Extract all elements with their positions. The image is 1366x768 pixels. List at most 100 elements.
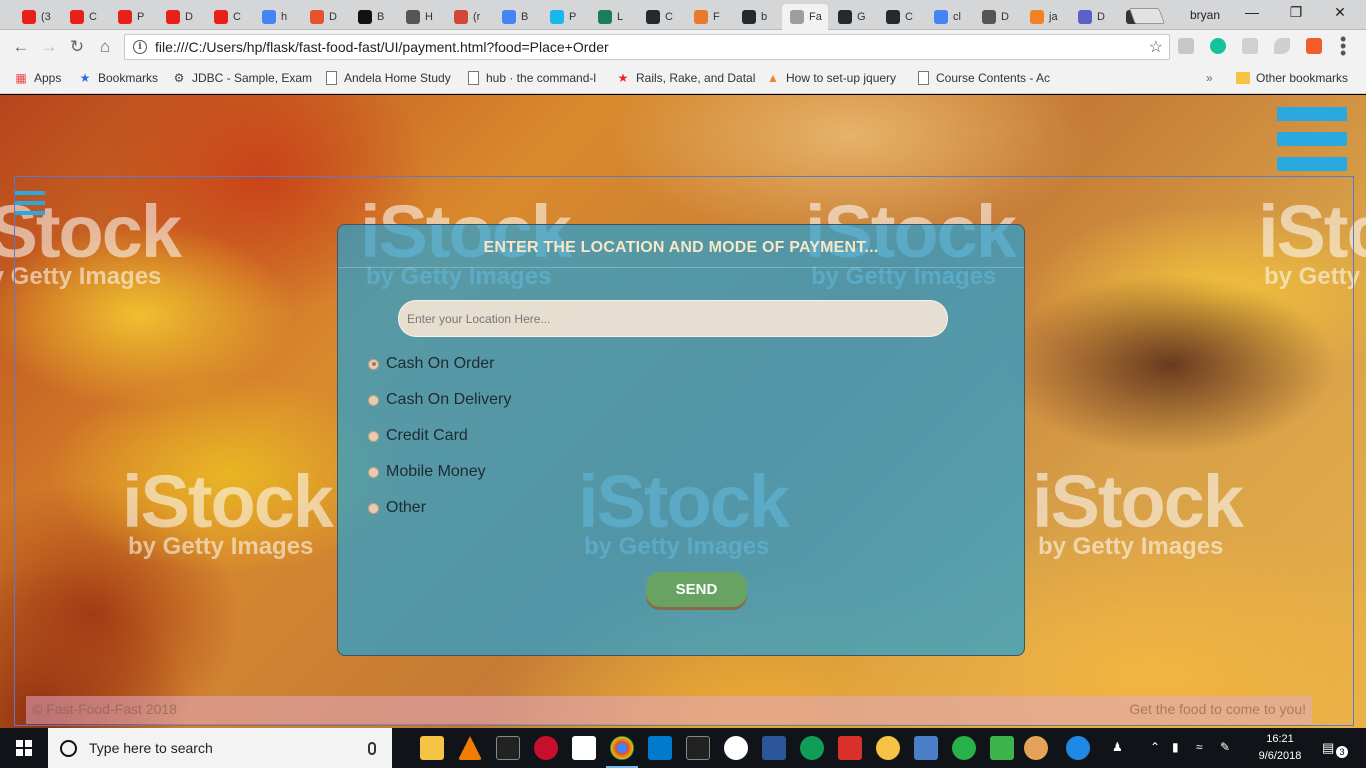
- browser-tab[interactable]: (r: [446, 4, 492, 30]
- browser-tab[interactable]: B: [350, 4, 396, 30]
- bookmark-course[interactable]: Course Contents - Ac: [916, 71, 1050, 85]
- restore-icon[interactable]: ❐: [1276, 4, 1316, 21]
- help-icon[interactable]: [1066, 736, 1090, 760]
- paint-icon[interactable]: [1024, 736, 1048, 760]
- minimize-icon[interactable]: —: [1232, 4, 1272, 20]
- grammarly-icon[interactable]: [1210, 38, 1226, 54]
- bookmark-andela[interactable]: Andela Home Study: [324, 71, 451, 85]
- microphone-icon[interactable]: [368, 741, 376, 755]
- istock-watermark: iStockby Getty Images: [1258, 190, 1366, 290]
- start-button[interactable]: [0, 728, 48, 768]
- extension-page-icon[interactable]: [1242, 38, 1258, 54]
- profile-name[interactable]: bryan: [1190, 8, 1220, 22]
- bookmark-hub[interactable]: hub · the command-l: [466, 71, 596, 85]
- tools-icon[interactable]: [990, 736, 1014, 760]
- bookmark-apps[interactable]: ▦ Apps: [14, 71, 61, 85]
- slack-icon[interactable]: [724, 736, 748, 760]
- browser-tab[interactable]: D: [1070, 4, 1116, 30]
- radio-button[interactable]: [368, 394, 379, 406]
- url-text[interactable]: file:///C:/Users/hp/flask/fast-food-fast…: [155, 39, 1149, 55]
- battery-icon[interactable]: ▮: [1172, 740, 1179, 754]
- reload-icon[interactable]: ↻: [66, 36, 88, 58]
- stackoverflow-icon: ▲: [767, 71, 779, 85]
- loader-icon[interactable]: [800, 736, 824, 760]
- star-icon: ★: [617, 71, 629, 85]
- app-red-icon[interactable]: [534, 736, 558, 760]
- payment-option-other[interactable]: Other: [368, 499, 426, 517]
- browser-tab[interactable]: ja: [1022, 4, 1068, 30]
- people-icon[interactable]: ♟: [1112, 740, 1123, 754]
- payment-option-credit-card[interactable]: Credit Card: [368, 427, 468, 445]
- bookmarks-overflow-chevron[interactable]: »: [1206, 71, 1213, 85]
- browser-tab[interactable]: b: [734, 4, 780, 30]
- wifi-icon[interactable]: ≈: [1196, 740, 1203, 754]
- extension-tab-icon[interactable]: [1306, 38, 1322, 54]
- browser-tab[interactable]: Fa: [782, 4, 828, 30]
- info-icon[interactable]: i: [133, 40, 147, 54]
- tray-chevron-icon[interactable]: ⌃: [1150, 740, 1160, 754]
- home-icon[interactable]: ⌂: [94, 36, 116, 58]
- browser-tab[interactable]: cl: [926, 4, 972, 30]
- browser-tab[interactable]: C: [206, 4, 252, 30]
- address-bar[interactable]: i file:///C:/Users/hp/flask/fast-food-fa…: [124, 34, 1170, 60]
- app-z-icon[interactable]: [838, 736, 862, 760]
- browser-tab[interactable]: G: [830, 4, 876, 30]
- smiley-icon[interactable]: [876, 736, 900, 760]
- browser-tab[interactable]: B: [494, 4, 540, 30]
- remote-desktop-icon[interactable]: [914, 736, 938, 760]
- back-arrow-icon[interactable]: ←: [10, 36, 32, 58]
- notification-center-icon[interactable]: ▤: [1322, 740, 1334, 756]
- taskbar-search[interactable]: Type here to search: [48, 728, 392, 768]
- gmail-icon: [454, 10, 468, 24]
- file-explorer-icon[interactable]: [420, 736, 444, 760]
- bookmark-star-icon[interactable]: ☆: [1149, 37, 1163, 57]
- browser-tab[interactable]: D: [974, 4, 1020, 30]
- whatsapp-icon[interactable]: [952, 736, 976, 760]
- payment-option-cash-on-order[interactable]: Cash On Order: [368, 355, 494, 373]
- browser-tab[interactable]: F: [686, 4, 732, 30]
- browser-tab[interactable]: h: [254, 4, 300, 30]
- browser-tab[interactable]: D: [302, 4, 348, 30]
- radio-button[interactable]: [368, 502, 379, 514]
- vlc-icon[interactable]: [458, 736, 482, 760]
- extension-mail-icon[interactable]: [1178, 38, 1194, 54]
- browser-tab[interactable]: D: [158, 4, 204, 30]
- location-input[interactable]: [398, 300, 948, 337]
- payment-option-cash-on-delivery[interactable]: Cash On Delivery: [368, 391, 511, 409]
- vscode-icon[interactable]: [648, 736, 672, 760]
- notes-icon[interactable]: [572, 736, 596, 760]
- radio-button[interactable]: [368, 358, 379, 370]
- bookmark-bookmarks[interactable]: ★ Bookmarks: [78, 71, 158, 85]
- terminal-icon[interactable]: [496, 736, 520, 760]
- system-clock[interactable]: 16:21 9/6/2018: [1252, 731, 1308, 765]
- chrome-menu-icon[interactable]: • • •: [1340, 30, 1346, 62]
- close-window-icon[interactable]: ✕: [1320, 4, 1360, 21]
- bookmark-jdbc[interactable]: ⚙ JDBC - Sample, Exam: [172, 71, 312, 85]
- browser-tab[interactable]: L: [590, 4, 636, 30]
- chrome-icon[interactable]: [606, 736, 638, 768]
- radio-button[interactable]: [368, 430, 379, 442]
- new-tab-button[interactable]: [1129, 8, 1165, 24]
- browser-tab[interactable]: (3: [14, 4, 60, 30]
- radio-button[interactable]: [368, 466, 379, 478]
- word-icon[interactable]: [762, 736, 786, 760]
- browser-tab[interactable]: P: [542, 4, 588, 30]
- hamburger-menu-icon[interactable]: [1277, 107, 1347, 171]
- other-bookmarks[interactable]: Other bookmarks: [1236, 71, 1348, 85]
- browser-tab[interactable]: C: [62, 4, 108, 30]
- browser-tab[interactable]: C: [878, 4, 924, 30]
- send-button[interactable]: SEND: [646, 572, 747, 607]
- page-icon: [982, 10, 996, 24]
- bookmark-jquery[interactable]: ▲ How to set-up jquery: [766, 71, 896, 85]
- pen-icon[interactable]: ✎: [1220, 740, 1230, 754]
- extension-shape-icon[interactable]: [1274, 38, 1290, 54]
- forward-arrow-icon[interactable]: →: [38, 36, 60, 58]
- browser-tab[interactable]: C: [638, 4, 684, 30]
- terminal-icon[interactable]: [686, 736, 710, 760]
- browser-tab[interactable]: H: [398, 4, 444, 30]
- payment-option-mobile-money[interactable]: Mobile Money: [368, 463, 486, 481]
- side-menu-icon[interactable]: [15, 191, 45, 215]
- bookmark-rails[interactable]: ★ Rails, Rake, and Datal: [616, 71, 756, 85]
- payment-form: ENTER THE LOCATION AND MODE OF PAYMENT..…: [337, 224, 1025, 656]
- browser-tab[interactable]: P: [110, 4, 156, 30]
